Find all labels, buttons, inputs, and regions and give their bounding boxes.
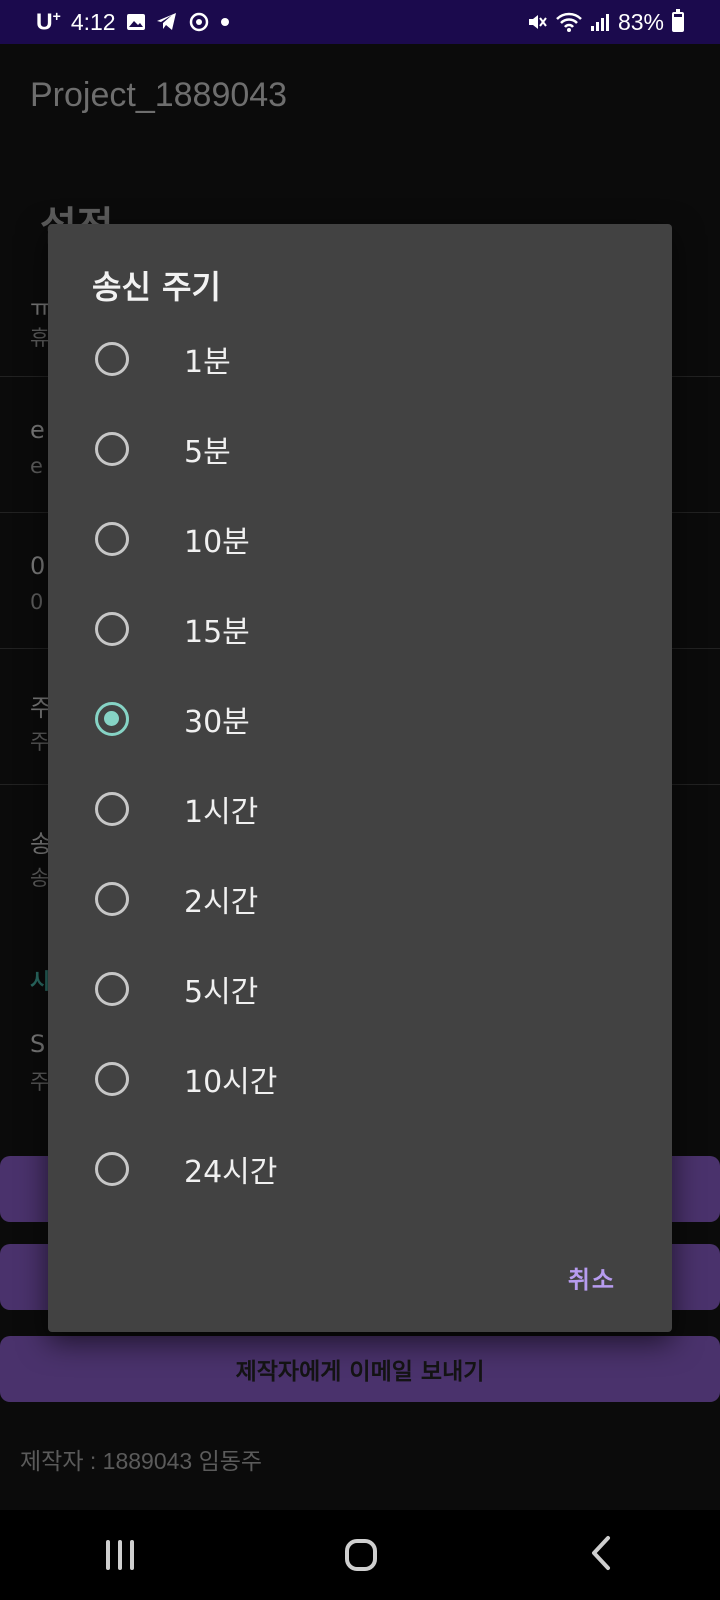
pref-summary: 휴	[30, 326, 50, 350]
radio-button-checked[interactable]	[95, 702, 129, 736]
sync-icon	[188, 11, 210, 33]
pref-title: S	[30, 1030, 46, 1058]
telegram-icon	[156, 12, 178, 32]
option-label: 30분	[184, 705, 250, 740]
radio-button[interactable]	[95, 882, 129, 916]
pref-summary: 0	[30, 590, 44, 614]
interval-options: 1분 5분 10분 15분 30분 1시간 2시간 5시간 10시간 24시간	[48, 314, 672, 1214]
option-5hours[interactable]: 5시간	[48, 944, 672, 1034]
option-15min[interactable]: 15분	[48, 584, 672, 674]
dialog-title: 송신 주기	[92, 268, 221, 306]
gallery-icon	[126, 12, 146, 32]
pref-summary: 송	[30, 866, 50, 890]
pref-title: e	[30, 416, 45, 444]
pref-title: 0	[30, 552, 46, 580]
developer-credit: 제작자 : 1889043 임동주	[20, 1448, 263, 1474]
option-label: 5시간	[184, 975, 259, 1010]
radio-button[interactable]	[95, 1062, 129, 1096]
option-1min[interactable]: 1분	[48, 314, 672, 404]
option-label: 24시간	[184, 1155, 278, 1190]
back-icon[interactable]	[588, 1535, 614, 1575]
option-label: 10분	[184, 525, 250, 560]
wifi-icon	[556, 11, 582, 33]
option-label: 2시간	[184, 885, 259, 920]
radio-button[interactable]	[95, 792, 129, 826]
radio-button[interactable]	[95, 972, 129, 1006]
option-10hours[interactable]: 10시간	[48, 1034, 672, 1124]
option-label: 5분	[184, 435, 231, 470]
option-1hour[interactable]: 1시간	[48, 764, 672, 854]
option-label: 10시간	[184, 1065, 278, 1100]
option-label: 1분	[184, 345, 231, 380]
radio-button[interactable]	[95, 432, 129, 466]
send-interval-dialog: 송신 주기 1분 5분 10분 15분 30분 1시간 2시간 5시간 10시간…	[48, 224, 672, 1332]
pref-summary: 주	[30, 1070, 50, 1094]
option-2hours[interactable]: 2시간	[48, 854, 672, 944]
option-10min[interactable]: 10분	[48, 494, 672, 584]
signal-icon	[590, 12, 610, 32]
radio-button[interactable]	[95, 612, 129, 646]
radio-button[interactable]	[95, 1152, 129, 1186]
status-bar: U+ 4:12 83%	[0, 0, 720, 44]
notification-dot-icon	[220, 17, 230, 27]
clock: 4:12	[70, 8, 116, 35]
option-label: 1시간	[184, 795, 259, 830]
battery-percent: 83%	[617, 8, 664, 35]
radio-button[interactable]	[95, 342, 129, 376]
option-24hours[interactable]: 24시간	[48, 1124, 672, 1214]
option-5min[interactable]: 5분	[48, 404, 672, 494]
email-developer-button[interactable]: 제작자에게 이메일 보내기	[0, 1336, 720, 1402]
mute-icon	[526, 11, 548, 33]
battery-icon	[672, 9, 684, 32]
radio-button[interactable]	[95, 522, 129, 556]
recent-apps-icon[interactable]	[105, 1540, 134, 1570]
navigation-bar	[0, 1510, 720, 1600]
pref-summary: e	[30, 454, 43, 478]
carrier-label: U+	[36, 8, 61, 35]
app-title: Project_1889043	[30, 76, 288, 114]
cancel-button[interactable]: 취소	[568, 1260, 616, 1295]
option-30min[interactable]: 30분	[48, 674, 672, 764]
option-label: 15분	[184, 615, 250, 650]
home-icon[interactable]	[344, 1539, 377, 1571]
pref-summary: 주	[30, 730, 50, 754]
